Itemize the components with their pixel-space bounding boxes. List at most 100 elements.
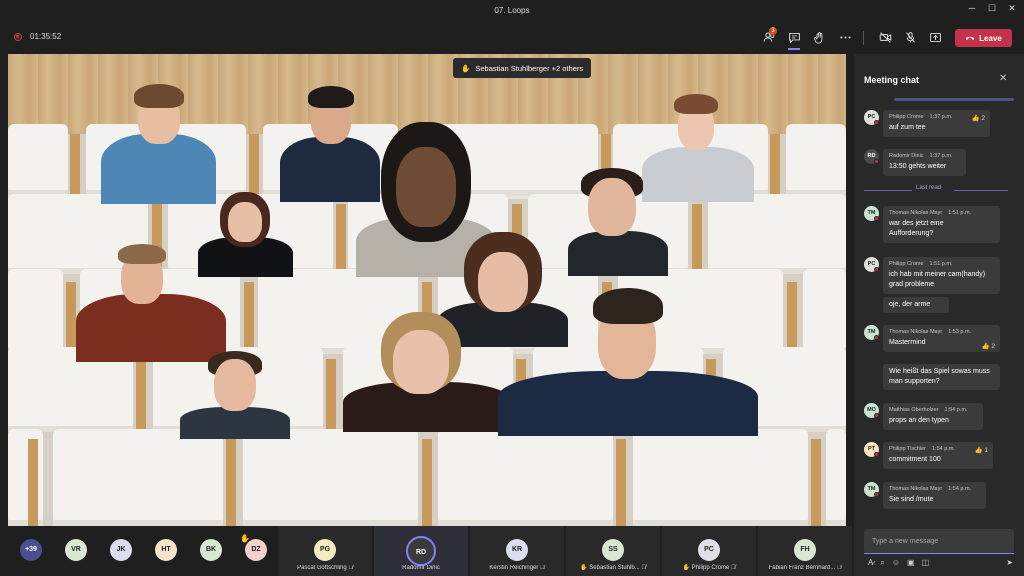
compose-toolbar: A̷ ⌕ ☺ ▣ ◫ ➤ [868,558,1013,570]
raised-hand-icon: ✋ [240,534,250,543]
message-time: 1:53 p.m. [948,329,972,335]
chat-button[interactable] [785,28,803,50]
message-time: 1:54 p.m. [932,446,955,452]
window-title: 07. Loops [494,6,530,15]
avatar: TM [864,206,879,221]
message-time: 1:51 p.m. [929,261,953,267]
chat-icon [788,32,800,44]
message-author: Radomir Dinic [889,153,924,159]
seat-divider [616,439,626,526]
participant-video [563,166,673,276]
seat [786,124,846,196]
participant-video [76,242,226,362]
minimize-button[interactable]: ─ [962,3,982,17]
raise-hand-button[interactable] [810,28,828,46]
seat-divider [66,282,76,354]
participant-tile[interactable]: PC ✋ Philipp Crome 🎙̸ [662,526,756,576]
camera-toggle-button[interactable] [876,28,894,46]
mic-off-icon [905,31,915,43]
seat-divider [226,439,236,526]
close-chat-icon[interactable]: ✕ [999,73,1007,84]
leave-button[interactable]: Leave [955,29,1012,47]
participant-avatar[interactable]: BK [200,539,222,561]
seat [53,429,223,526]
seat-divider [28,439,38,526]
sticker-icon[interactable]: ◫ [922,558,930,570]
recording-icon [14,33,22,41]
seat [803,269,846,354]
participant-tile[interactable]: RD Radomir Dinic [374,526,468,576]
participant-avatar[interactable]: HT [155,539,177,561]
participant-tile[interactable]: SS ✋ Sebastian Stuhlb... 🎙̸ [566,526,660,576]
mic-toggle-button[interactable] [901,28,919,46]
active-indicator [788,48,800,50]
participant-avatar: KR [506,539,528,561]
phone-hangup-icon [965,36,975,40]
thumbs-up-icon: 👍 [981,343,990,350]
send-icon[interactable]: ➤ [1006,558,1013,570]
message-input[interactable]: Type a new message [864,529,1014,553]
more-participants-button[interactable]: +39 [20,539,42,561]
seat [8,124,68,196]
thumbs-up-icon: 👍 [974,447,983,454]
participant-avatar: RD [406,536,436,566]
seat-divider [770,134,780,196]
more-icon [839,35,851,39]
participant-tile[interactable]: KR Kerstin Reichinger 🎙̸ [470,526,564,576]
hand-icon [813,31,822,44]
mic-off-icon: 🎙̸ [348,565,353,571]
participant-video [180,349,290,439]
seat [8,269,63,354]
seat-divider [249,134,259,196]
meeting-toolbar: 01:35:52 3 Leave [0,20,1024,54]
seat-divider [336,204,346,274]
mic-off-icon: 🎙̸ [836,565,842,571]
format-icon[interactable]: A̷ [868,558,873,570]
participant-tile[interactable]: PG Pascal Gottschling 🎙̸ [278,526,372,576]
reaction[interactable]: 👍 2 [971,114,985,122]
meeting-chat-panel: Meeting chat ✕ PC Philipp Crome 1:37 p.m.… [854,54,1024,576]
participants-badge: 3 [769,27,777,35]
seat-divider [136,359,146,432]
raised-hand-icon: ✋ [682,565,690,571]
toolbar-divider [863,31,864,45]
participant-tile[interactable]: FH Fabian Franz Bernhard... 🎙̸ [758,526,852,576]
reaction[interactable]: 👍 2 [981,342,995,350]
mic-off-icon: 🎙̸ [641,565,646,571]
participant-name: Radomir Dinic [402,565,440,571]
message-author: Thomas Nikolas Mayr [889,486,943,492]
share-button[interactable] [926,28,944,46]
message-author: Philipp Tischler [889,446,926,452]
participant-strip: +39 VR JK HT BK DZ ✋ PG Pascal Gottschli… [0,526,854,576]
message-time: 1:37 p.m. [929,114,953,120]
participants-button[interactable]: 3 [760,27,778,46]
seat [243,429,418,526]
participant-avatar[interactable]: JK [110,539,132,561]
message-text: Mastermind [889,339,926,346]
message-author: Philipp Crome [889,261,924,267]
maximize-button[interactable]: ☐ [982,3,1002,17]
avatar: PC [864,110,879,125]
close-window-button[interactable]: ✕ [1002,3,1022,17]
seat-divider [244,282,254,354]
message-author: Philipp Crome [889,114,924,120]
message-time: 1:54 p.m. [948,486,972,492]
participant-video [96,74,221,204]
message-text: ich hab mit meiner cam(handy) grad proble… [889,271,986,288]
participant-avatar[interactable]: VR [65,539,87,561]
participant-avatar: PG [314,539,336,561]
message-author: Matthias Oberholzer [889,407,939,413]
chat-scroll-indicator[interactable] [894,98,1014,101]
participant-name: Pascal Gottschling 🎙̸ [297,565,353,571]
together-mode-stage: ✋ Sebastian Stuhlberger +2 others [8,54,846,526]
attach-icon[interactable]: ⌕ [880,558,884,570]
last-read-divider: Last read [864,185,1008,195]
compose-focus-line [864,553,1014,554]
emoji-icon[interactable]: ☺ [892,558,900,570]
more-actions-button[interactable] [836,28,854,46]
reaction[interactable]: 👍 1 [974,446,988,454]
avatar: MO [864,403,879,418]
gif-icon[interactable]: ▣ [907,558,915,570]
participant-video [498,286,758,436]
message-text: props an den typen [889,417,949,424]
